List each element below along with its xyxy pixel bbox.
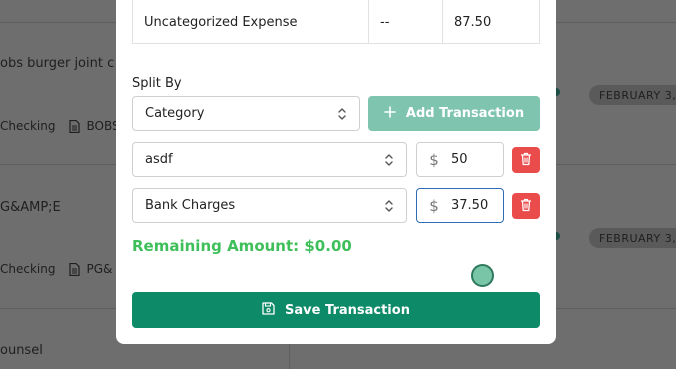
plus-icon [384, 105, 396, 122]
date-badge: FEBRUARY 3, [589, 85, 676, 105]
account-info: Checking BOBS [0, 119, 120, 133]
save-transaction-button[interactable]: Save Transaction [132, 292, 540, 328]
dollar-sign: $ [429, 196, 439, 215]
transaction-table-row: Uncategorized Expense -- 87.50 [132, 0, 540, 44]
split-by-label: Split By [132, 76, 182, 91]
split-category-select[interactable]: asdf [132, 142, 407, 177]
split-by-select[interactable]: Category [132, 96, 360, 131]
split-transaction-modal: Uncategorized Expense -- 87.50 Split By … [116, 0, 556, 344]
account-name: Checking [0, 262, 56, 276]
merchant-name: ounsel [0, 343, 43, 358]
remaining-amount-text: Remaining Amount: $0.00 [132, 237, 352, 255]
chevron-up-down-icon [384, 152, 394, 172]
trash-icon [520, 197, 532, 216]
category-cell: Uncategorized Expense [133, 0, 369, 44]
account-info: Checking PG& [0, 262, 112, 276]
memo-text: BOBS [86, 119, 120, 133]
save-transaction-label: Save Transaction [285, 302, 410, 318]
add-transaction-button[interactable]: Add Transaction [368, 96, 540, 131]
account-name: Checking [0, 119, 56, 133]
trash-icon [520, 151, 532, 170]
split-amount-value: 50 [451, 152, 468, 167]
dollar-sign: $ [429, 150, 439, 169]
split-amount-input[interactable]: $ 37.50 [416, 188, 504, 223]
floppy-disk-icon [262, 301, 275, 319]
merchant-name: G&AMP;E [0, 200, 61, 215]
merchant-name: obs burger joint c [0, 56, 115, 71]
add-transaction-label: Add Transaction [405, 106, 525, 121]
split-category-value: asdf [145, 152, 173, 167]
split-category-select[interactable]: Bank Charges [132, 188, 407, 223]
document-icon [69, 262, 81, 276]
chevron-up-down-icon [337, 106, 347, 126]
split-amount-value: 37.50 [451, 198, 489, 213]
chevron-up-down-icon [384, 198, 394, 218]
placeholder-cell: -- [369, 0, 443, 44]
document-icon [69, 119, 81, 133]
split-category-value: Bank Charges [145, 198, 236, 213]
split-amount-input[interactable]: $ 50 [416, 142, 504, 177]
split-by-value: Category [145, 106, 205, 121]
date-badge: FEBRUARY 3, [589, 228, 676, 248]
cursor-indicator [471, 264, 494, 287]
delete-split-button[interactable] [512, 193, 540, 219]
memo-text: PG& [86, 262, 113, 276]
amount-cell: 87.50 [454, 14, 492, 30]
delete-split-button[interactable] [512, 147, 540, 173]
